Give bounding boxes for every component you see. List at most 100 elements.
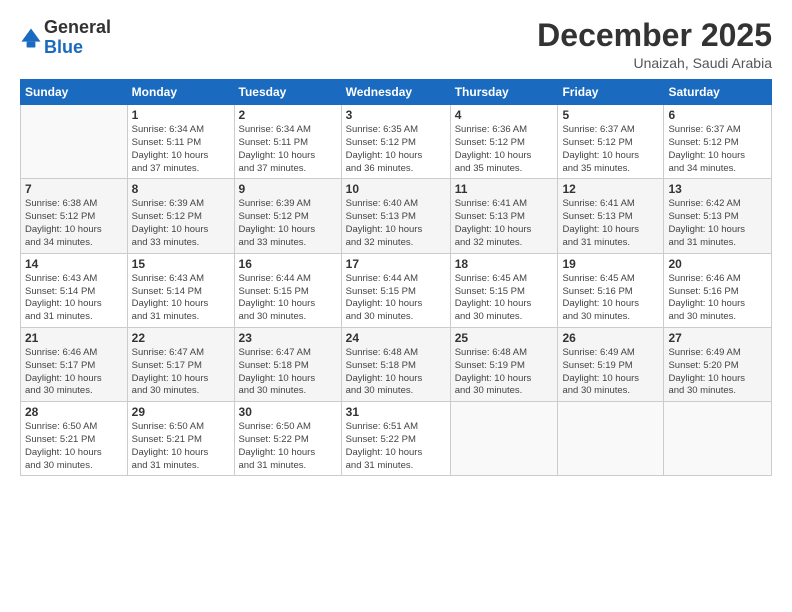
- table-row: 14Sunrise: 6:43 AM Sunset: 5:14 PM Dayli…: [21, 253, 128, 327]
- day-number: 5: [562, 108, 659, 122]
- day-info: Sunrise: 6:43 AM Sunset: 5:14 PM Dayligh…: [25, 273, 123, 324]
- table-row: 19 Sunrise: 6:45 AM Sunset: 5:16 PM Dayli…: [558, 253, 664, 327]
- day-info: Sunrise: 6:47 AM Sunset: 5:18 PM Dayligh…: [239, 347, 337, 398]
- table-row: 3 Sunrise: 6:35 AM Sunset: 5:12 PM Daylig…: [341, 105, 450, 179]
- calendar-table: Sunday Monday Tuesday Wednesday Thursday…: [20, 79, 772, 476]
- day-info: Sunrise: 6:38 AM Sunset: 5:12 PM Dayligh…: [25, 198, 123, 249]
- day-number: 8: [132, 182, 230, 196]
- day-number: 15: [132, 257, 230, 271]
- day-number: 3: [346, 108, 446, 122]
- calendar-week-row: 7 Sunrise: 6:38 AM Sunset: 5:12 PM Daylig…: [21, 179, 772, 253]
- day-info: Sunrise: 6:51 AM Sunset: 5:22 PM Dayligh…: [346, 421, 446, 472]
- table-row: 5Sunrise: 6:37 AM Sunset: 5:12 PM Daylig…: [558, 105, 664, 179]
- day-number: 1: [132, 108, 230, 122]
- day-info: Sunrise: 6:50 AM Sunset: 5:22 PM Dayligh…: [239, 421, 337, 472]
- day-number: 26: [562, 331, 659, 345]
- day-info: Sunrise: 6:41 AM Sunset: 5:13 PM Dayligh…: [455, 198, 554, 249]
- day-number: 23: [239, 331, 337, 345]
- day-info: Sunrise: 6:42 AM Sunset: 5:13 PM Dayligh…: [668, 198, 767, 249]
- day-info: Sunrise: 6:45 AM Sunset: 5:16 PM Dayligh…: [562, 273, 659, 324]
- day-info: Sunrise: 6:50 AM Sunset: 5:21 PM Dayligh…: [25, 421, 123, 472]
- day-info: Sunrise: 6:35 AM Sunset: 5:12 PM Dayligh…: [346, 124, 446, 175]
- day-info: Sunrise: 6:44 AM Sunset: 5:15 PM Dayligh…: [346, 273, 446, 324]
- day-info: Sunrise: 6:48 AM Sunset: 5:19 PM Dayligh…: [455, 347, 554, 398]
- calendar-week-row: 28Sunrise: 6:50 AM Sunset: 5:21 PM Dayli…: [21, 402, 772, 476]
- day-info: Sunrise: 6:43 AM Sunset: 5:14 PM Dayligh…: [132, 273, 230, 324]
- table-row: 25 Sunrise: 6:48 AM Sunset: 5:19 PM Dayli…: [450, 327, 558, 401]
- day-info: Sunrise: 6:36 AM Sunset: 5:12 PM Dayligh…: [455, 124, 554, 175]
- day-number: 29: [132, 405, 230, 419]
- table-row: 8 Sunrise: 6:39 AM Sunset: 5:12 PM Daylig…: [127, 179, 234, 253]
- table-row: 31 Sunrise: 6:51 AM Sunset: 5:22 PM Dayli…: [341, 402, 450, 476]
- logo-icon: [20, 27, 42, 49]
- col-sunday: Sunday: [21, 80, 128, 105]
- day-info: Sunrise: 6:40 AM Sunset: 5:13 PM Dayligh…: [346, 198, 446, 249]
- col-monday: Monday: [127, 80, 234, 105]
- table-row: 27Sunrise: 6:49 AM Sunset: 5:20 PM Dayli…: [664, 327, 772, 401]
- table-row: 11 Sunrise: 6:41 AM Sunset: 5:13 PM Dayli…: [450, 179, 558, 253]
- table-row: [21, 105, 128, 179]
- table-row: 28Sunrise: 6:50 AM Sunset: 5:21 PM Dayli…: [21, 402, 128, 476]
- day-info: Sunrise: 6:46 AM Sunset: 5:17 PM Dayligh…: [25, 347, 123, 398]
- table-row: 1Sunrise: 6:34 AM Sunset: 5:11 PM Daylig…: [127, 105, 234, 179]
- page: General Blue December 2025 Unaizah, Saud…: [0, 0, 792, 612]
- day-number: 22: [132, 331, 230, 345]
- table-row: 18Sunrise: 6:45 AM Sunset: 5:15 PM Dayli…: [450, 253, 558, 327]
- table-row: 17Sunrise: 6:44 AM Sunset: 5:15 PM Dayli…: [341, 253, 450, 327]
- table-row: 21 Sunrise: 6:46 AM Sunset: 5:17 PM Dayli…: [21, 327, 128, 401]
- table-row: 26Sunrise: 6:49 AM Sunset: 5:19 PM Dayli…: [558, 327, 664, 401]
- day-number: 11: [455, 182, 554, 196]
- col-thursday: Thursday: [450, 80, 558, 105]
- calendar-week-row: 21 Sunrise: 6:46 AM Sunset: 5:17 PM Dayli…: [21, 327, 772, 401]
- day-info: Sunrise: 6:50 AM Sunset: 5:21 PM Dayligh…: [132, 421, 230, 472]
- table-row: 4 Sunrise: 6:36 AM Sunset: 5:12 PM Daylig…: [450, 105, 558, 179]
- month-title: December 2025: [537, 18, 772, 53]
- table-row: 9Sunrise: 6:39 AM Sunset: 5:12 PM Daylig…: [234, 179, 341, 253]
- logo-general-text: General: [44, 17, 111, 37]
- header-area: General Blue December 2025 Unaizah, Saud…: [20, 18, 772, 71]
- table-row: 22 Sunrise: 6:47 AM Sunset: 5:17 PM Dayli…: [127, 327, 234, 401]
- day-info: Sunrise: 6:41 AM Sunset: 5:13 PM Dayligh…: [562, 198, 659, 249]
- day-number: 31: [346, 405, 446, 419]
- day-number: 21: [25, 331, 123, 345]
- day-number: 13: [668, 182, 767, 196]
- col-tuesday: Tuesday: [234, 80, 341, 105]
- day-number: 18: [455, 257, 554, 271]
- day-number: 10: [346, 182, 446, 196]
- day-number: 16: [239, 257, 337, 271]
- day-number: 30: [239, 405, 337, 419]
- day-number: 4: [455, 108, 554, 122]
- day-number: 9: [239, 182, 337, 196]
- day-number: 25: [455, 331, 554, 345]
- calendar-header-row: Sunday Monday Tuesday Wednesday Thursday…: [21, 80, 772, 105]
- logo-blue-text: Blue: [44, 37, 83, 57]
- day-number: 2: [239, 108, 337, 122]
- day-number: 7: [25, 182, 123, 196]
- table-row: [664, 402, 772, 476]
- table-row: 2Sunrise: 6:34 AM Sunset: 5:11 PM Daylig…: [234, 105, 341, 179]
- table-row: [450, 402, 558, 476]
- table-row: 30 Sunrise: 6:50 AM Sunset: 5:22 PM Dayli…: [234, 402, 341, 476]
- day-info: Sunrise: 6:37 AM Sunset: 5:12 PM Dayligh…: [668, 124, 767, 175]
- day-info: Sunrise: 6:39 AM Sunset: 5:12 PM Dayligh…: [132, 198, 230, 249]
- col-saturday: Saturday: [664, 80, 772, 105]
- day-info: Sunrise: 6:46 AM Sunset: 5:16 PM Dayligh…: [668, 273, 767, 324]
- table-row: 12 Sunrise: 6:41 AM Sunset: 5:13 PM Dayli…: [558, 179, 664, 253]
- col-friday: Friday: [558, 80, 664, 105]
- table-row: 10 Sunrise: 6:40 AM Sunset: 5:13 PM Dayli…: [341, 179, 450, 253]
- day-info: Sunrise: 6:48 AM Sunset: 5:18 PM Dayligh…: [346, 347, 446, 398]
- day-info: Sunrise: 6:47 AM Sunset: 5:17 PM Dayligh…: [132, 347, 230, 398]
- location-subtitle: Unaizah, Saudi Arabia: [537, 55, 772, 71]
- col-wednesday: Wednesday: [341, 80, 450, 105]
- day-info: Sunrise: 6:44 AM Sunset: 5:15 PM Dayligh…: [239, 273, 337, 324]
- calendar-week-row: 1Sunrise: 6:34 AM Sunset: 5:11 PM Daylig…: [21, 105, 772, 179]
- table-row: 15 Sunrise: 6:43 AM Sunset: 5:14 PM Dayli…: [127, 253, 234, 327]
- day-number: 12: [562, 182, 659, 196]
- logo-area: General Blue: [20, 18, 111, 58]
- table-row: 7 Sunrise: 6:38 AM Sunset: 5:12 PM Daylig…: [21, 179, 128, 253]
- day-number: 19: [562, 257, 659, 271]
- day-info: Sunrise: 6:49 AM Sunset: 5:20 PM Dayligh…: [668, 347, 767, 398]
- table-row: 6Sunrise: 6:37 AM Sunset: 5:12 PM Daylig…: [664, 105, 772, 179]
- day-number: 24: [346, 331, 446, 345]
- table-row: 23 Sunrise: 6:47 AM Sunset: 5:18 PM Dayli…: [234, 327, 341, 401]
